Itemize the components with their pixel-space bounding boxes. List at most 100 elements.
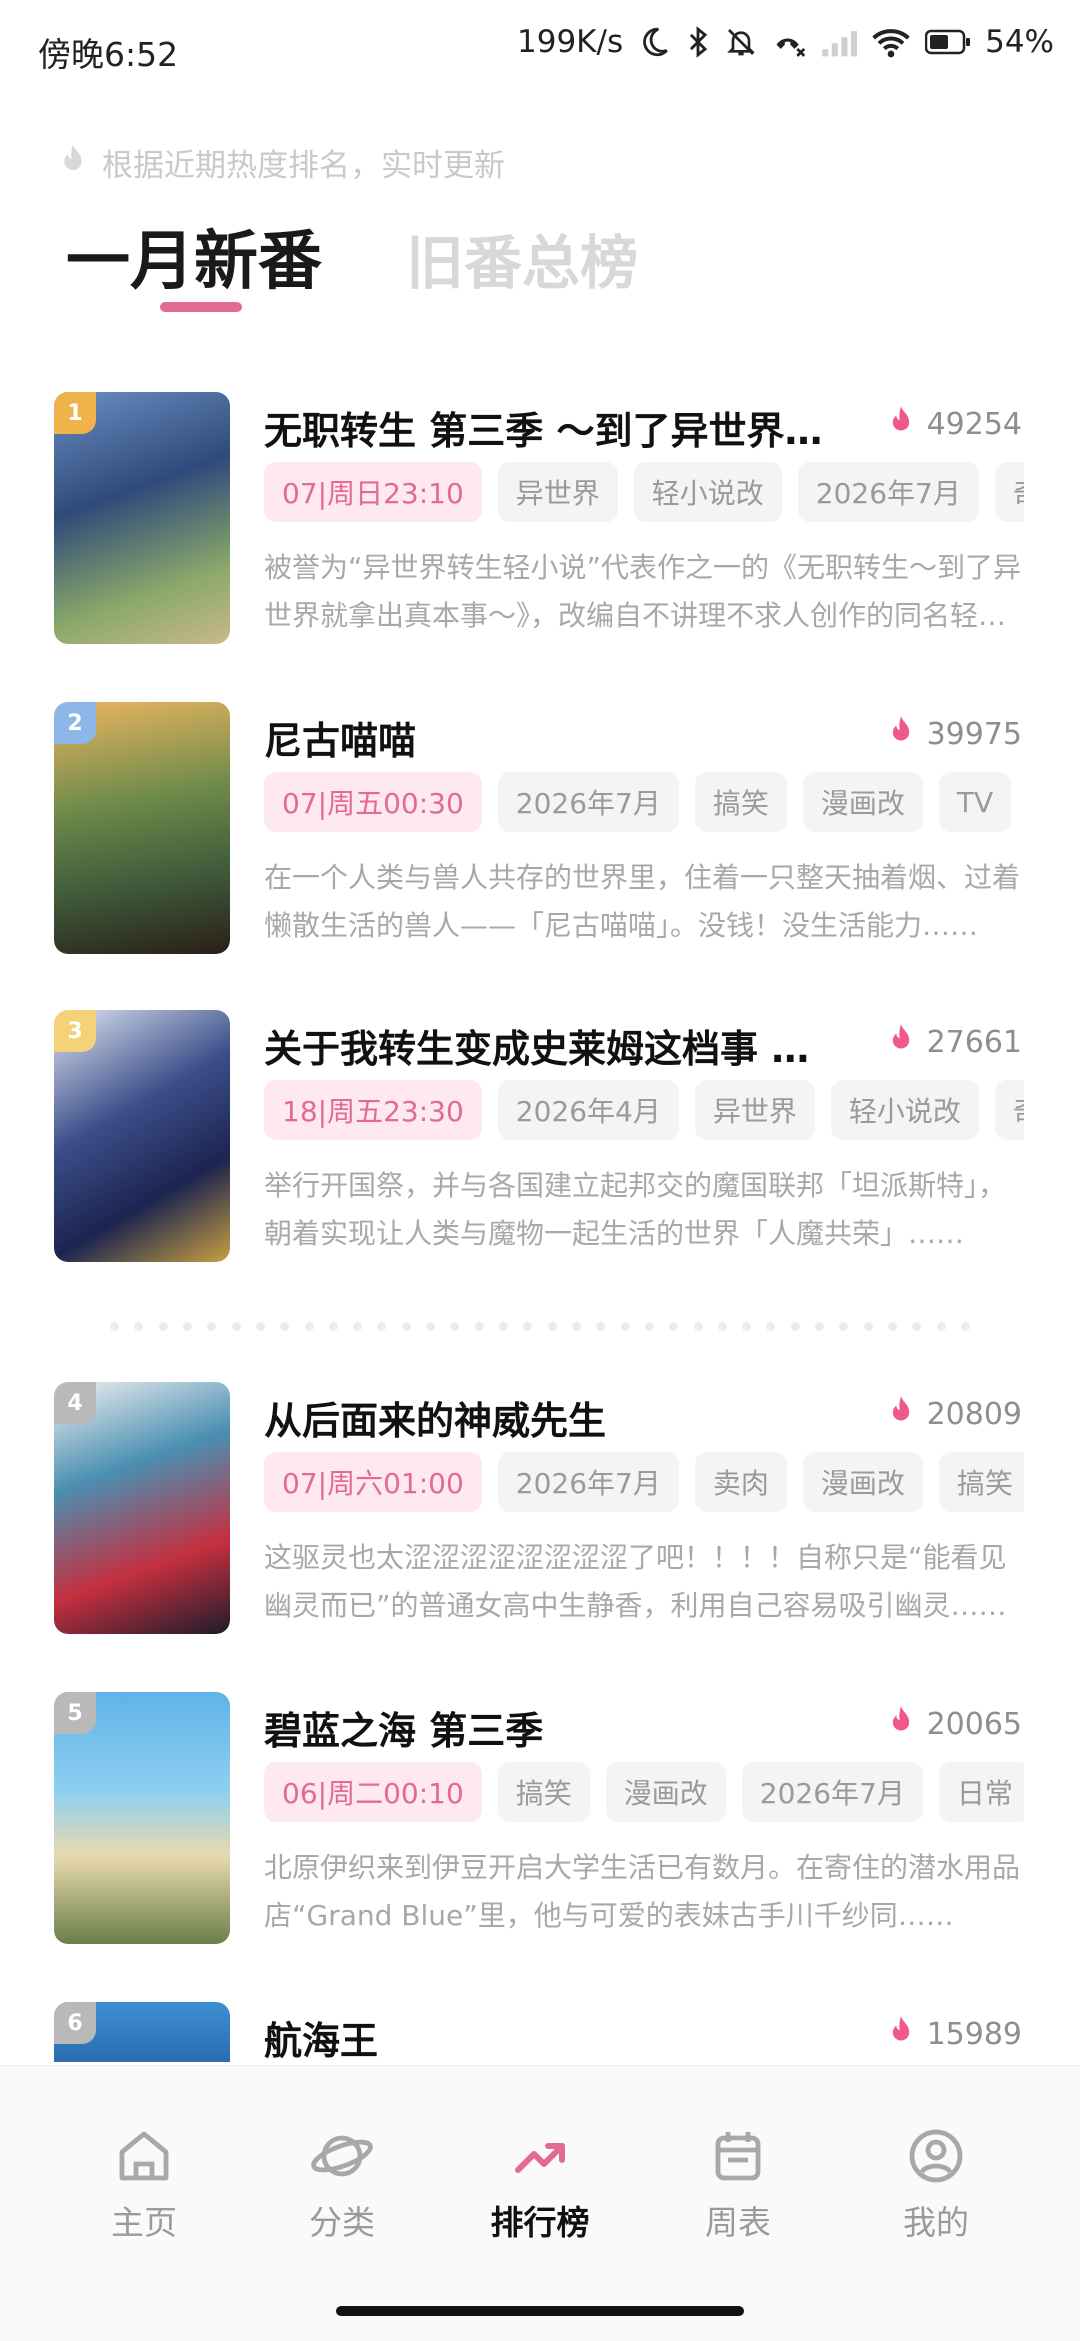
air-time-tag: 07|周日23:10 [264, 462, 482, 522]
tag: 轻小说改 [830, 1080, 979, 1140]
air-time-tag: 06|周二00:10 [264, 1762, 482, 1822]
status-bar: 傍晚6:52 199K/s 54% [0, 0, 1080, 96]
planet-icon [262, 2126, 422, 2186]
tag-list: 07|周五00:30 2026年7月 搞笑 漫画改 TV [264, 772, 1024, 836]
flame-icon [887, 1704, 915, 1744]
item-description: 北原伊织来到伊豆开启大学生活已有数月。在寄住的潜水用品店“Grand Blue”… [264, 1851, 1021, 1932]
tag: 奇幻 [994, 462, 1024, 522]
tag: 日常 [938, 1762, 1024, 1822]
rank-badge: 6 [54, 2002, 96, 2044]
home-icon [64, 2126, 224, 2186]
bottom-navigation: 主页 分类 排行榜 周表 我的 [0, 2065, 1080, 2341]
heat-value: 15989 [926, 2016, 1022, 2052]
heat-score: 39975 [887, 714, 1022, 754]
tag: 2026年7月 [741, 1762, 923, 1822]
heat-value: 20065 [926, 1706, 1022, 1742]
nav-category[interactable]: 分类 [262, 2126, 422, 2244]
bluetooth-icon [685, 25, 711, 59]
nav-label: 周表 [705, 2203, 771, 2242]
item-title[interactable]: 从后面来的神威先生 [264, 1390, 844, 1445]
item-description: 在一个人类与兽人共存的世界里，住着一只整天抽着烟、过着懒散生活的兽人——「尼古喵… [264, 861, 1021, 942]
tag: 异世界 [694, 1080, 815, 1140]
nav-home[interactable]: 主页 [64, 2126, 224, 2244]
nav-schedule[interactable]: 周表 [658, 2126, 818, 2244]
tag: 2026年7月 [497, 772, 679, 832]
nav-label: 主页 [111, 2203, 177, 2242]
item-title[interactable]: 无职转生 第三季 ～到了异世界就拿出真本事～ [264, 400, 844, 455]
rank-badge: 2 [54, 702, 96, 744]
nav-ranking[interactable]: 排行榜 [460, 2126, 620, 2244]
item-title[interactable]: 关于我转生变成史莱姆这档事 第四季 [264, 1018, 844, 1073]
tag: 漫画改 [802, 1452, 923, 1512]
item-description: 举行开国祭，并与各国建立起邦交的魔国联邦「坦派斯特」，朝着实现让人类与魔物一起生… [264, 1169, 1007, 1250]
tag-list: 07|周六01:00 2026年7月 卖肉 漫画改 搞笑 [264, 1452, 1024, 1516]
list-item[interactable]: 4 从后面来的神威先生 20809 07|周六01:00 2026年7月 卖肉 … [0, 1382, 1080, 1642]
battery-icon [925, 28, 971, 56]
poster-image[interactable]: 4 [54, 1382, 230, 1634]
heat-score: 20065 [887, 1704, 1022, 1744]
nav-profile[interactable]: 我的 [856, 2126, 1016, 2244]
heat-value: 27661 [926, 1024, 1022, 1060]
tag: 漫画改 [605, 1762, 726, 1822]
tag: 奇幻 [994, 1080, 1024, 1140]
flame-icon [887, 714, 915, 754]
call-icon [771, 25, 807, 59]
list-item[interactable]: 3 关于我转生变成史莱姆这档事 第四季 27661 18|周五23:30 202… [0, 1010, 1080, 1270]
list-item[interactable]: 1 无职转生 第三季 ～到了异世界就拿出真本事～ 49254 07|周日23:1… [0, 392, 1080, 652]
item-title[interactable]: 航海王 [264, 2010, 844, 2065]
flame-icon [887, 1022, 915, 1062]
heat-score: 27661 [887, 1022, 1022, 1062]
trending-icon [460, 2126, 620, 2186]
poster-image[interactable]: 1 [54, 392, 230, 644]
heat-score: 49254 [887, 404, 1022, 444]
tag: 漫画改 [802, 772, 923, 832]
rank-badge: 1 [54, 392, 96, 434]
rank-badge: 3 [54, 1010, 96, 1052]
flame-icon [887, 2014, 915, 2054]
status-time: 傍晚6:52 [38, 35, 179, 74]
net-speed: 199K/s [517, 24, 624, 60]
nav-label: 我的 [903, 2203, 969, 2242]
tag: 搞笑 [938, 1452, 1024, 1512]
poster-image[interactable]: 3 [54, 1010, 230, 1262]
heat-value: 39975 [926, 716, 1022, 752]
calendar-icon [658, 2126, 818, 2186]
status-icons: 199K/s 54% [517, 24, 1054, 60]
rank-badge: 4 [54, 1382, 96, 1424]
list-item[interactable]: 2 尼古喵喵 39975 07|周五00:30 2026年7月 搞笑 漫画改 T… [0, 702, 1080, 962]
air-time-tag: 18|周五23:30 [264, 1080, 482, 1140]
list-item[interactable]: 5 碧蓝之海 第三季 20065 06|周二00:10 搞笑 漫画改 2026年… [0, 1692, 1080, 1952]
heat-value: 49254 [926, 406, 1022, 442]
battery-percent: 54% [985, 24, 1054, 60]
item-description: 这驱灵也太涩涩涩涩涩涩涩涩了吧！！！！自称只是“能看见幽灵而已”的普通女高中生静… [264, 1541, 1007, 1622]
flame-icon [887, 404, 915, 444]
tab-all-time[interactable]: 旧番总榜 [406, 216, 638, 300]
item-title[interactable]: 尼古喵喵 [264, 710, 844, 765]
nav-label: 排行榜 [490, 2203, 590, 2242]
air-time-tag: 07|周六01:00 [264, 1452, 482, 1512]
section-divider [110, 1322, 970, 1334]
heat-score: 20809 [887, 1394, 1022, 1434]
tag-list: 07|周日23:10 异世界 轻小说改 2026年7月 奇幻 [264, 462, 1024, 526]
home-indicator[interactable] [336, 2306, 744, 2316]
poster-image[interactable]: 2 [54, 702, 230, 954]
item-description: 被誉为“异世界转生轻小说”代表作之一的《无职转生～到了异世界就拿出真本事～》，改… [264, 551, 1022, 632]
poster-image[interactable]: 5 [54, 1692, 230, 1944]
item-title[interactable]: 碧蓝之海 第三季 [264, 1700, 844, 1755]
poster-image[interactable]: 6 [54, 2002, 230, 2062]
active-tab-indicator [160, 302, 242, 312]
tag: 2026年7月 [497, 1452, 679, 1512]
mute-bell-icon [725, 25, 757, 59]
tag: TV [938, 772, 1012, 832]
tag: 轻小说改 [633, 462, 782, 522]
hint-text: 根据近期热度排名，实时更新 [102, 148, 505, 184]
moon-icon [637, 25, 671, 59]
tag: 搞笑 [497, 1762, 590, 1822]
tag: 搞笑 [694, 772, 787, 832]
tab-new-season[interactable]: 一月新番 [66, 210, 322, 302]
list-item[interactable]: 6 航海王 15989 [0, 2002, 1080, 2065]
tag-list: 06|周二00:10 搞笑 漫画改 2026年7月 日常 [264, 1762, 1024, 1826]
tag: 2026年4月 [497, 1080, 679, 1140]
profile-icon [856, 2126, 1016, 2186]
air-time-tag: 07|周五00:30 [264, 772, 482, 832]
